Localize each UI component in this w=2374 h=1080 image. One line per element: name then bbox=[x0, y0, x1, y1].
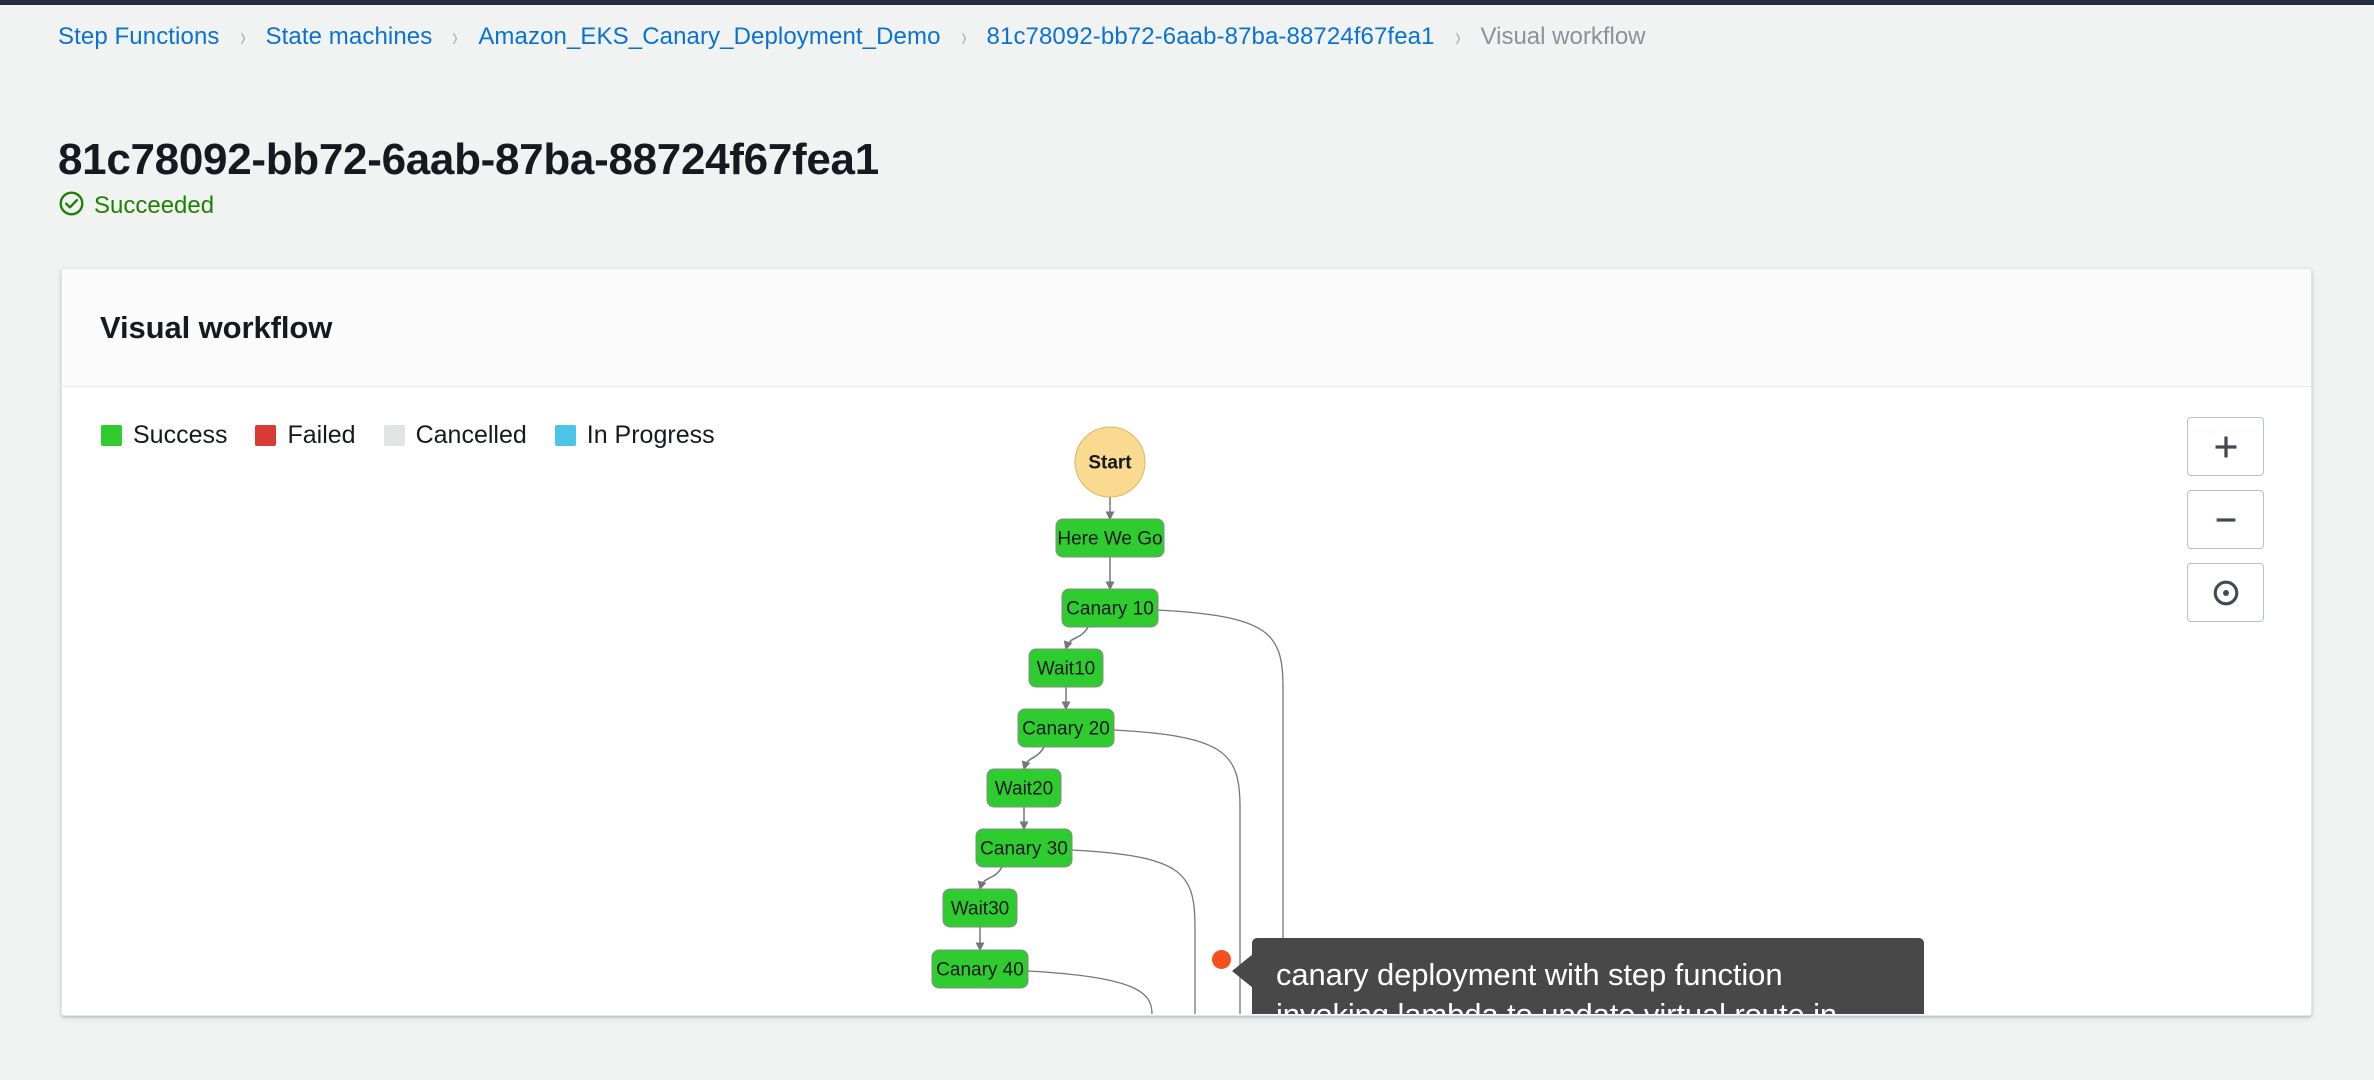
workflow-node-canary40[interactable]: Canary 40 bbox=[931, 949, 1029, 989]
workflow-graph-svg: Start Here We Go Canary 10 Wait10 Canary 20 W… bbox=[931, 426, 1284, 1014]
card-body: Success Failed Cancelled In Progress Start H… bbox=[62, 387, 2311, 1014]
minus-icon bbox=[2209, 503, 2243, 537]
workflow-node-label: Canary 20 bbox=[1022, 719, 1110, 740]
workflow-node-label: Canary 10 bbox=[1066, 599, 1154, 620]
workflow-node-label: Here We Go bbox=[1057, 529, 1162, 550]
legend-swatch-icon bbox=[383, 425, 405, 446]
breadcrumb-separator-icon: › bbox=[239, 20, 246, 52]
legend-item-in-progress: In Progress bbox=[554, 421, 715, 450]
legend-swatch-icon bbox=[255, 425, 277, 446]
legend-label: Success bbox=[133, 421, 228, 449]
workflow-node-label: Canary 30 bbox=[980, 839, 1068, 860]
zoom-in-button[interactable] bbox=[2187, 417, 2264, 476]
workflow-edges bbox=[975, 497, 1284, 1014]
legend-item-success: Success bbox=[101, 421, 227, 450]
workflow-node-label: Wait10 bbox=[1037, 659, 1095, 680]
breadcrumb-item-2[interactable]: State machines bbox=[266, 23, 433, 51]
console-top-bar bbox=[0, 0, 2374, 5]
callout-annotation: canary deployment with step function inv… bbox=[1232, 938, 1924, 1014]
callout-text: canary deployment with step function inv… bbox=[1276, 957, 1837, 1014]
breadcrumb-item-3[interactable]: Amazon_EKS_Canary_Deployment_Demo bbox=[478, 23, 940, 51]
target-dot-icon bbox=[2209, 576, 2243, 610]
workflow-node-canary30[interactable]: Canary 30 bbox=[975, 828, 1073, 868]
callout-marker-dot bbox=[1212, 950, 1231, 969]
workflow-node-wait30[interactable]: Wait30 bbox=[942, 888, 1018, 928]
workflow-node-wait10[interactable]: Wait10 bbox=[1028, 648, 1104, 688]
workflow-node-start[interactable]: Start bbox=[1074, 426, 1146, 498]
legend-label: Failed bbox=[287, 421, 356, 449]
graph-zoom-controls bbox=[2187, 417, 2264, 622]
legend-label: Cancelled bbox=[415, 421, 527, 449]
card-title: Visual workflow bbox=[100, 309, 333, 345]
page-root: Step Functions › State machines › Amazon_EKS… bbox=[0, 0, 2374, 1080]
callout-tail-icon bbox=[1232, 954, 1253, 988]
legend-item-cancelled: Cancelled bbox=[383, 421, 527, 450]
breadcrumb-item-1[interactable]: Step Functions bbox=[58, 23, 220, 51]
breadcrumb-separator-icon: › bbox=[1454, 20, 1461, 52]
page-title: 81c78092-bb72-6aab-87ba-88724f67fea1 bbox=[58, 135, 879, 185]
breadcrumb-item-5: Visual workflow bbox=[1480, 23, 1646, 50]
legend-swatch-icon bbox=[554, 425, 576, 446]
workflow-node-label: Start bbox=[1088, 453, 1132, 474]
zoom-out-button[interactable] bbox=[2187, 490, 2264, 549]
breadcrumb-separator-icon: › bbox=[960, 20, 967, 52]
zoom-reset-button[interactable] bbox=[2187, 563, 2264, 622]
status-text: Succeeded bbox=[94, 192, 215, 219]
workflow-node-label: Canary 40 bbox=[936, 960, 1024, 981]
workflow-node-label: Wait30 bbox=[951, 899, 1009, 920]
status-legend: Success Failed Cancelled In Progress bbox=[101, 421, 715, 450]
workflow-node-canary10[interactable]: Canary 10 bbox=[1061, 588, 1159, 628]
legend-swatch-icon bbox=[101, 425, 122, 446]
workflow-node-canary20[interactable]: Canary 20 bbox=[1017, 708, 1115, 748]
status-badge: Succeeded bbox=[58, 190, 214, 222]
plus-icon bbox=[2209, 430, 2243, 464]
workflow-node-label: Wait20 bbox=[995, 779, 1053, 800]
workflow-nodes: Start Here We Go Canary 10 Wait10 Canary 20 W… bbox=[931, 426, 1165, 989]
workflow-node-herewego[interactable]: Here We Go bbox=[1055, 518, 1165, 558]
breadcrumb-separator-icon: › bbox=[452, 20, 458, 52]
workflow-node-wait20[interactable]: Wait20 bbox=[986, 768, 1062, 808]
legend-item-failed: Failed bbox=[255, 421, 356, 450]
card-header: Visual workflow bbox=[62, 269, 2311, 387]
workflow-graph[interactable]: Start Here We Go Canary 10 Wait10 Canary 20 W… bbox=[62, 387, 2311, 1014]
visual-workflow-card: Visual workflow Success Failed Cancelled In… bbox=[61, 268, 2312, 1016]
breadcrumb: Step Functions › State machines › Amazon_EKS… bbox=[58, 20, 1646, 54]
breadcrumb-item-4[interactable]: 81c78092-bb72-6aab-87ba-88724f67fea1 bbox=[987, 23, 1435, 51]
legend-label: In Progress bbox=[586, 421, 715, 449]
check-circle-icon bbox=[58, 190, 85, 222]
